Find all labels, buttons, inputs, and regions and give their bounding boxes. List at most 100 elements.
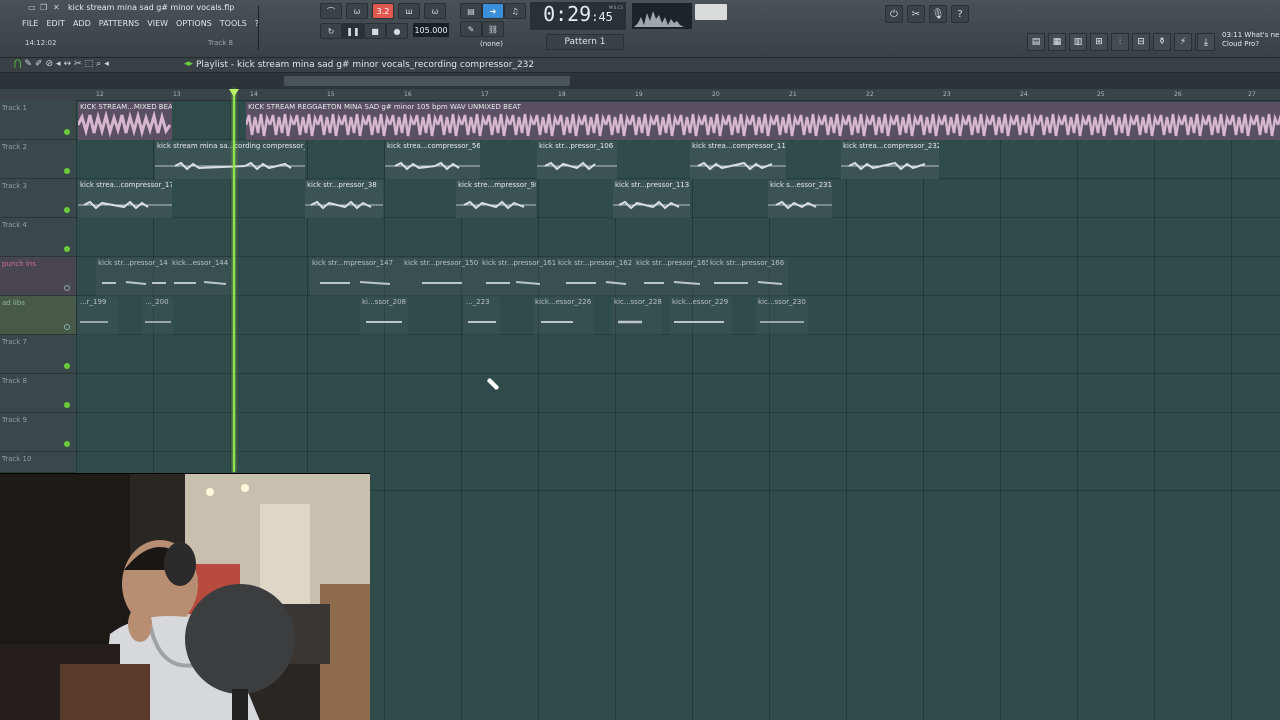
playhead-marker-icon[interactable] bbox=[229, 89, 239, 97]
channel-rack-icon[interactable]: ▦ bbox=[1048, 33, 1066, 51]
scissors-icon[interactable]: ✂ bbox=[907, 5, 925, 23]
track-header-5[interactable]: punch ins bbox=[0, 257, 76, 296]
audio-clip[interactable]: kic...ssor_228 bbox=[612, 297, 662, 335]
audio-clip[interactable]: kick str...pressor_161 bbox=[480, 258, 556, 296]
track-enable-icon[interactable] bbox=[64, 246, 70, 252]
playback-icon[interactable]: ◂ bbox=[104, 59, 109, 69]
download-icon[interactable]: ⤓ bbox=[1197, 33, 1215, 51]
track-enable-icon[interactable] bbox=[64, 168, 70, 174]
lane-8[interactable] bbox=[76, 374, 1280, 413]
audio-clip[interactable]: ...r_199 bbox=[78, 297, 118, 335]
menu-tools[interactable]: TOOLS bbox=[220, 19, 247, 33]
browser-icon[interactable]: ⊟ bbox=[1132, 33, 1150, 51]
delete-icon[interactable]: ⊘ bbox=[45, 59, 53, 69]
track-enable-icon[interactable] bbox=[64, 285, 70, 291]
plugin-icon[interactable]: ⚱ bbox=[1153, 33, 1171, 51]
countdown-button[interactable]: 3.2 bbox=[372, 3, 394, 19]
audio-clip[interactable]: kick...essor_144 bbox=[170, 258, 232, 296]
wait-icon[interactable]: ω bbox=[346, 3, 368, 19]
arrow-icon[interactable]: ➜ bbox=[482, 3, 504, 19]
playhead[interactable] bbox=[233, 89, 235, 472]
audio-clip[interactable]: KICK STREAM REGGAETON MINA SAD g# minor … bbox=[246, 102, 1280, 140]
track-enable-icon[interactable] bbox=[64, 324, 70, 330]
power-icon[interactable]: ⏻ bbox=[885, 5, 903, 23]
track-header-1[interactable]: Track 1 bbox=[0, 101, 76, 140]
minimize-icon[interactable]: ▭ bbox=[28, 3, 36, 12]
lane-4[interactable] bbox=[76, 218, 1280, 257]
track-header-10[interactable]: Track 10 bbox=[0, 452, 76, 473]
track-enable-icon[interactable] bbox=[64, 129, 70, 135]
record-icon[interactable]: ● bbox=[386, 23, 408, 39]
track-enable-icon[interactable] bbox=[64, 441, 70, 447]
audio-clip[interactable]: kick s...essor_231 bbox=[768, 180, 832, 218]
snap-select[interactable]: (none) bbox=[480, 40, 524, 52]
audio-clip[interactable]: kick str...pressor_150 bbox=[402, 258, 480, 296]
master-volume-slider[interactable] bbox=[258, 6, 264, 50]
track-header-3[interactable]: Track 3 bbox=[0, 179, 76, 218]
draw-icon[interactable]: ✎ bbox=[24, 59, 32, 69]
audio-clip[interactable]: kick str...pressor_106 bbox=[537, 141, 617, 179]
snap-icon[interactable]: ▤ bbox=[460, 3, 482, 19]
paint-icon[interactable]: ✐ bbox=[35, 59, 43, 69]
mic-icon[interactable]: 🎙 bbox=[929, 5, 947, 23]
step-icon[interactable]: ш bbox=[398, 3, 420, 19]
scrollbar-thumb[interactable] bbox=[284, 76, 570, 86]
metronome-icon[interactable]: ⌒ bbox=[320, 3, 342, 19]
track-header-6[interactable]: ad libs bbox=[0, 296, 76, 335]
slip-icon[interactable]: ↔ bbox=[64, 59, 72, 69]
menu-patterns[interactable]: PATTERNS bbox=[99, 19, 139, 33]
song-time[interactable]: 0:29 :45 M:S:CS bbox=[530, 2, 626, 30]
audio-clip[interactable]: kick strea...compressor_117 bbox=[690, 141, 786, 179]
close-icon[interactable]: ✕ bbox=[53, 3, 60, 12]
piano-roll-icon[interactable]: ▥ bbox=[1069, 33, 1087, 51]
restore-icon[interactable]: ❐ bbox=[40, 3, 47, 12]
sliders-icon[interactable]: ⫶ bbox=[1111, 33, 1129, 51]
slice-icon[interactable]: ✂ bbox=[74, 59, 82, 69]
audio-clip[interactable]: kick stre...mpressor_98 bbox=[456, 180, 536, 218]
track-header-7[interactable]: Track 7 bbox=[0, 335, 76, 374]
stop-icon[interactable]: ■ bbox=[364, 23, 386, 39]
audio-clip[interactable]: kick str...pressor_162 bbox=[556, 258, 634, 296]
audio-clip[interactable]: kick stream mina sa...cording compressor… bbox=[155, 141, 305, 179]
track-header-4[interactable]: Track 4 bbox=[0, 218, 76, 257]
lane-9[interactable] bbox=[76, 413, 1280, 452]
audio-clip[interactable]: ..._200 bbox=[143, 297, 173, 335]
audio-clip[interactable]: kick str...pressor_38 bbox=[305, 180, 383, 218]
menu-add[interactable]: ADD bbox=[73, 19, 91, 33]
audio-clip[interactable]: kick str...pressor_14 bbox=[96, 258, 170, 296]
magnet-icon[interactable]: ⋂ bbox=[14, 59, 21, 69]
audio-clip[interactable]: kick strea...compressor_232 bbox=[841, 141, 939, 179]
loop-icon[interactable]: ↻ bbox=[320, 23, 342, 39]
tempo-display[interactable]: 105.000 bbox=[413, 23, 449, 37]
menu-edit[interactable]: EDIT bbox=[46, 19, 64, 33]
help-icon[interactable]: ? bbox=[951, 5, 969, 23]
playlist-arrows-icon[interactable]: ◂▸ bbox=[184, 59, 193, 69]
audio-clip[interactable]: kick str...pressor_165 bbox=[634, 258, 708, 296]
loop-record-icon[interactable]: ω bbox=[424, 3, 446, 19]
audio-clip[interactable]: kick...essor_226 bbox=[533, 297, 593, 335]
audio-clip[interactable]: KICK STREAM...MIXED BEAT bbox=[78, 102, 172, 140]
link-icon[interactable]: ⛓ bbox=[482, 21, 504, 37]
menu-view[interactable]: VIEW bbox=[147, 19, 168, 33]
pencil-icon[interactable]: ✎ bbox=[460, 21, 482, 37]
audio-clip[interactable]: kick strea...compressor_17 bbox=[78, 180, 172, 218]
pause-icon[interactable]: ❚❚ bbox=[342, 23, 364, 39]
track-header-2[interactable]: Track 2 bbox=[0, 140, 76, 179]
mixer-icon[interactable]: ⊞ bbox=[1090, 33, 1108, 51]
audio-clip[interactable]: kick str...pressor_113 bbox=[613, 180, 690, 218]
audio-clip[interactable]: kic...ssor_230 bbox=[756, 297, 808, 335]
track-enable-icon[interactable] bbox=[64, 207, 70, 213]
bell-icon[interactable]: ♫ bbox=[504, 3, 526, 19]
plug-icon[interactable]: ⚡ bbox=[1174, 33, 1192, 51]
playlist-window-icon[interactable]: ▤ bbox=[1027, 33, 1045, 51]
audio-clip[interactable]: ki...ssor_208 bbox=[360, 297, 408, 335]
mute-icon[interactable]: ◂ bbox=[56, 59, 61, 69]
audio-clip[interactable]: kick...essor_229 bbox=[670, 297, 732, 335]
zoom-icon[interactable]: ⌕ bbox=[96, 59, 101, 69]
timeline-ruler[interactable]: 12 13 14 15 16 17 18 19 20 21 22 23 24 2… bbox=[76, 89, 1280, 101]
audio-clip[interactable]: kick str...pressor_166 bbox=[708, 258, 788, 296]
track-enable-icon[interactable] bbox=[64, 402, 70, 408]
menu-file[interactable]: FILE bbox=[22, 19, 38, 33]
track-header-8[interactable]: Track 8 bbox=[0, 374, 76, 413]
pattern-selector[interactable]: Pattern 1 bbox=[546, 34, 624, 50]
